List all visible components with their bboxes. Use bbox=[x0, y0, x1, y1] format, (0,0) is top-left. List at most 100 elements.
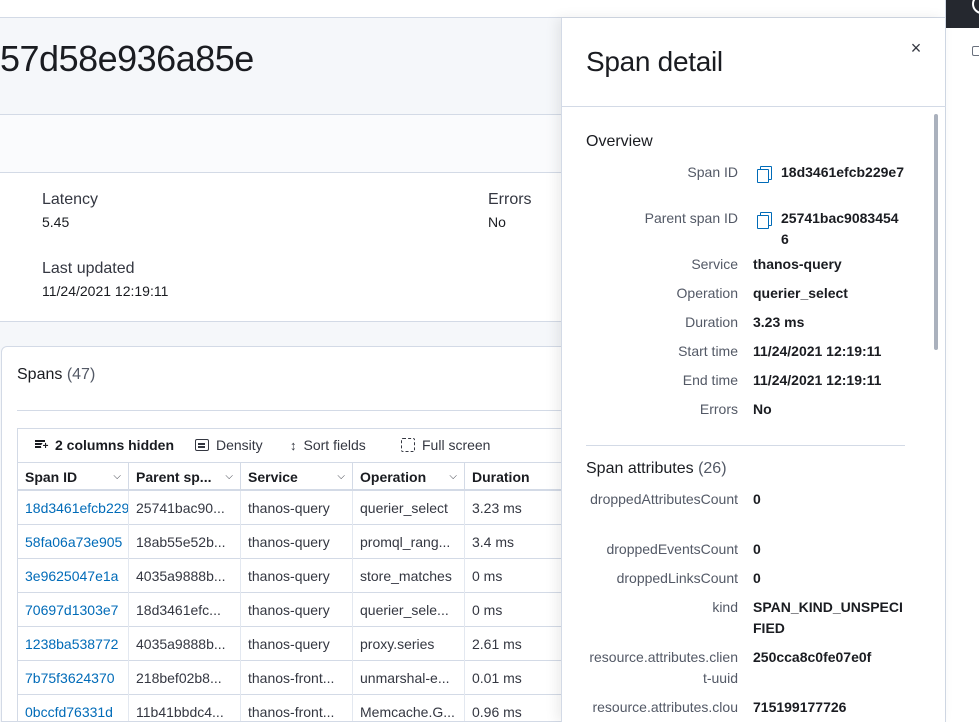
span-detail-flyout: Span detail × Overview Span ID 18d3461ef… bbox=[561, 18, 946, 722]
copy-icon[interactable] bbox=[757, 212, 772, 229]
service-cell: thanos-query bbox=[241, 525, 353, 559]
help-icon[interactable] bbox=[972, 0, 979, 14]
columns-hidden-label: 2 columns hidden bbox=[55, 437, 175, 453]
table-row[interactable]: 0bccfd76331d 11b41bbdc4... thanos-front.… bbox=[18, 695, 577, 721]
chevron-down-icon[interactable]: ⌵ bbox=[337, 463, 345, 491]
column-header-label: Operation bbox=[360, 469, 427, 485]
column-header-parent-span[interactable]: Parent sp... ⌵ bbox=[129, 463, 241, 491]
overview-title: Overview bbox=[586, 133, 653, 150]
duration-label: Duration bbox=[685, 314, 738, 330]
close-icon[interactable]: × bbox=[906, 38, 926, 58]
operation-cell: Memcache.G... bbox=[353, 695, 465, 721]
attribute-value: 0 bbox=[753, 570, 761, 586]
right-sidebar bbox=[945, 0, 979, 722]
parent-span-id-label: Parent span ID bbox=[644, 210, 738, 226]
span-id-link[interactable]: 3e9625047e1a bbox=[18, 559, 129, 593]
start-time-value: 11/24/2021 12:19:11 bbox=[753, 343, 882, 359]
errors-value: No bbox=[488, 214, 506, 230]
span-id-link[interactable]: 58fa06a73e905 bbox=[18, 525, 129, 559]
attribute-label: droppedEventsCount bbox=[606, 541, 738, 557]
parent-span-cell: 11b41bbdc4... bbox=[129, 695, 241, 721]
sort-fields-label: Sort fields bbox=[303, 437, 366, 453]
attribute-value: 0 bbox=[753, 491, 761, 507]
span-id-value: 18d3461efcb229e7 bbox=[781, 164, 904, 180]
columns-hidden-button[interactable]: 2 columns hidden bbox=[35, 437, 174, 453]
operation-label: Operation bbox=[676, 285, 738, 301]
attribute-label: droppedLinksCount bbox=[616, 570, 738, 586]
parent-span-id-value: 25741bac90834546 bbox=[781, 210, 899, 247]
span-id-label: Span ID bbox=[687, 164, 738, 180]
service-label: Service bbox=[691, 256, 738, 272]
attribute-value: 0 bbox=[753, 541, 761, 557]
span-id-link[interactable]: 0bccfd76331d bbox=[18, 695, 129, 721]
service-cell: thanos-query bbox=[241, 593, 353, 627]
errors-value: No bbox=[753, 401, 772, 417]
full-screen-label: Full screen bbox=[422, 437, 491, 453]
attribute-label: resource.attributes.clou bbox=[592, 699, 738, 715]
column-header-span-id[interactable]: Span ID ⌵ bbox=[18, 463, 129, 491]
sort-fields-button[interactable]: ↕ Sort fields bbox=[290, 437, 366, 453]
section-divider bbox=[586, 445, 905, 446]
parent-span-cell: 4035a9888b... bbox=[129, 559, 241, 593]
full-screen-button[interactable]: Full screen bbox=[401, 437, 490, 453]
copy-icon[interactable] bbox=[757, 166, 772, 183]
table-row[interactable]: 3e9625047e1a 4035a9888b... thanos-query … bbox=[18, 559, 577, 593]
end-time-label: End time bbox=[682, 372, 738, 388]
flyout-scrollbar[interactable] bbox=[934, 114, 938, 350]
chevron-down-icon[interactable]: ⌵ bbox=[113, 463, 121, 491]
column-header-label: Service bbox=[248, 469, 298, 485]
monitor-icon[interactable] bbox=[972, 46, 979, 56]
end-time-value: 11/24/2021 12:19:11 bbox=[753, 372, 882, 388]
table-row[interactable]: 70697d1303e7 18d3461efc... thanos-query … bbox=[18, 593, 577, 627]
attribute-value: 715199177726 bbox=[753, 699, 847, 715]
parent-span-cell: 18d3461efc... bbox=[129, 593, 241, 627]
spans-count: (47) bbox=[66, 366, 96, 383]
parent-span-cell: 18ab55e52b... bbox=[129, 525, 241, 559]
column-header-service[interactable]: Service ⌵ bbox=[241, 463, 353, 491]
span-attributes-count: (26) bbox=[698, 460, 727, 477]
chevron-down-icon[interactable]: ⌵ bbox=[449, 463, 457, 491]
attribute-value: 250cca8c0fe07e0f bbox=[753, 649, 872, 665]
grid-header-row: Span ID ⌵ Parent sp... ⌵ Service ⌵ Operatio… bbox=[18, 463, 577, 491]
column-header-operation[interactable]: Operation ⌵ bbox=[353, 463, 465, 491]
table-row[interactable]: 7b75f3624370 218bef02b8... thanos-front.… bbox=[18, 661, 577, 695]
parent-span-cell: 4035a9888b... bbox=[129, 627, 241, 661]
spans-data-grid: 2 columns hidden Density ↕ Sort fields F… bbox=[17, 428, 577, 722]
table-row[interactable]: 18d3461efcb229e7 25741bac90... thanos-qu… bbox=[18, 491, 577, 525]
spans-title-text: Spans bbox=[17, 366, 63, 383]
flyout-title: Span detail bbox=[586, 46, 723, 77]
table-row[interactable]: 58fa06a73e905 18ab55e52b... thanos-query… bbox=[18, 525, 577, 559]
operation-value: querier_select bbox=[753, 285, 848, 301]
latency-label: Latency bbox=[42, 191, 99, 208]
spans-title: Spans (47) bbox=[17, 366, 95, 384]
service-cell: thanos-query bbox=[241, 491, 353, 525]
operation-cell: promql_rang... bbox=[353, 525, 465, 559]
column-header-label: Parent sp... bbox=[136, 469, 212, 485]
service-cell: thanos-front... bbox=[241, 695, 353, 721]
errors-label: Errors bbox=[488, 191, 532, 208]
chevron-down-icon[interactable]: ⌵ bbox=[225, 463, 233, 491]
start-time-label: Start time bbox=[678, 343, 738, 359]
table-row[interactable]: 1238ba538772 4035a9888b... thanos-query … bbox=[18, 627, 577, 661]
span-id-link[interactable]: 1238ba538772 bbox=[18, 627, 129, 661]
span-attributes-title-text: Span attributes bbox=[586, 460, 694, 477]
span-id-link[interactable]: 18d3461efcb229e7 bbox=[18, 491, 129, 525]
density-button[interactable]: Density bbox=[195, 437, 263, 453]
last-updated-value: 11/24/2021 12:19:11 bbox=[42, 283, 169, 299]
service-cell: thanos-query bbox=[241, 627, 353, 661]
span-id-link[interactable]: 7b75f3624370 bbox=[18, 661, 129, 695]
density-label: Density bbox=[216, 437, 263, 453]
errors-label: Errors bbox=[699, 401, 738, 417]
table-density-icon bbox=[195, 439, 209, 451]
operation-cell: querier_sele... bbox=[353, 593, 465, 627]
latency-value: 5.45 bbox=[42, 214, 70, 230]
full-screen-icon bbox=[401, 438, 415, 452]
top-bar bbox=[0, 0, 945, 18]
parent-span-cell: 25741bac90... bbox=[129, 491, 241, 525]
operation-cell: store_matches bbox=[353, 559, 465, 593]
attribute-label: kind bbox=[712, 599, 738, 615]
attribute-value: SPAN_KIND_UNSPECIFIED bbox=[753, 599, 903, 636]
span-id-link[interactable]: 70697d1303e7 bbox=[18, 593, 129, 627]
last-updated-label: Last updated bbox=[42, 260, 135, 277]
flyout-header-divider bbox=[562, 106, 946, 107]
